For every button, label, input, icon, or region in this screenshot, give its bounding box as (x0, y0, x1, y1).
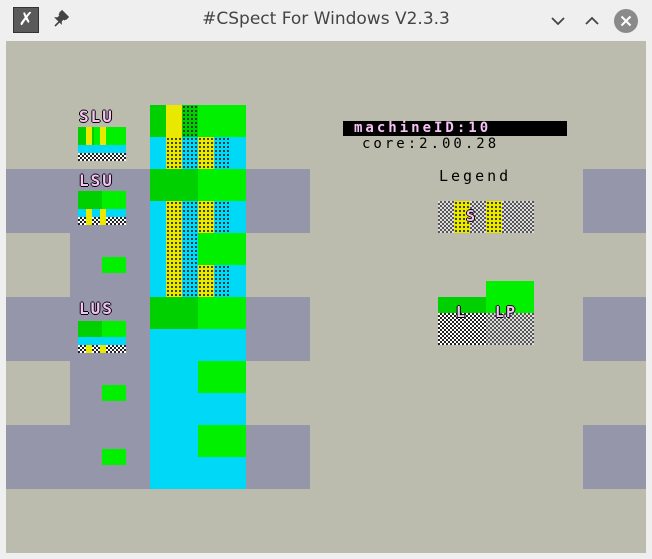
layer-tile (166, 233, 182, 297)
border-band (583, 297, 646, 361)
legend-sprite-label: S (466, 207, 478, 225)
legend-sprite-swatch (486, 201, 502, 233)
layer-tile (198, 265, 214, 297)
core-version-text: core:2.00.28 (362, 136, 500, 152)
lsu-swatch (78, 217, 86, 225)
lus-label: LUS (79, 299, 114, 318)
maximize-icon[interactable] (579, 8, 605, 34)
legend-layer2-swatch (486, 281, 534, 297)
layer-tile (166, 201, 182, 233)
lsu-swatch (78, 191, 102, 209)
layer-tile (182, 233, 198, 297)
layer-tile (214, 265, 230, 297)
layer-tile (182, 201, 198, 233)
machine-id-text: machineID:10 (354, 120, 492, 136)
lsu-swatch (92, 217, 100, 225)
green-marker (102, 449, 126, 465)
legend-lp-label: LP (495, 303, 518, 321)
lus-swatch (78, 321, 102, 337)
legend-l-label: L (456, 303, 468, 321)
close-icon[interactable] (613, 8, 639, 34)
layer-tile (198, 201, 214, 233)
layer-tile (150, 169, 198, 201)
layer-tile (214, 201, 230, 233)
minimize-icon[interactable] (545, 8, 571, 34)
slu-swatch (78, 145, 126, 153)
green-marker (102, 385, 126, 401)
legend-title: Legend (439, 167, 512, 185)
layer-tile (150, 297, 198, 329)
window-title: #CSpect For Windows V2.3.3 (202, 9, 450, 29)
layer-tile (198, 425, 246, 457)
border-band (583, 169, 646, 233)
layer-tile (198, 137, 214, 169)
app-icon: ✗ (13, 7, 39, 33)
border-band (583, 425, 646, 489)
layer-tile (182, 105, 198, 137)
lus-swatch (100, 345, 106, 353)
lus-swatch (86, 345, 92, 353)
layer-tile (166, 105, 182, 137)
slu-swatch (78, 153, 126, 161)
lsu-swatch (106, 217, 126, 225)
slu-label: SLU (79, 107, 114, 126)
lus-swatch (78, 337, 126, 345)
layer-tile (198, 361, 246, 393)
emulator-screen[interactable]: SLU LSU LUS machineID:10 core:2.00.28 Le… (6, 41, 646, 553)
layer-tile (166, 137, 182, 169)
layer-tile (214, 137, 230, 169)
layer-tile (150, 105, 166, 137)
title-bar: ✗ #CSpect For Windows V2.3.3 (0, 0, 652, 41)
layer-tile (182, 137, 198, 169)
lsu-label: LSU (79, 171, 114, 190)
layer-tile (198, 233, 246, 265)
green-marker (102, 257, 126, 273)
pin-icon[interactable] (52, 9, 70, 29)
